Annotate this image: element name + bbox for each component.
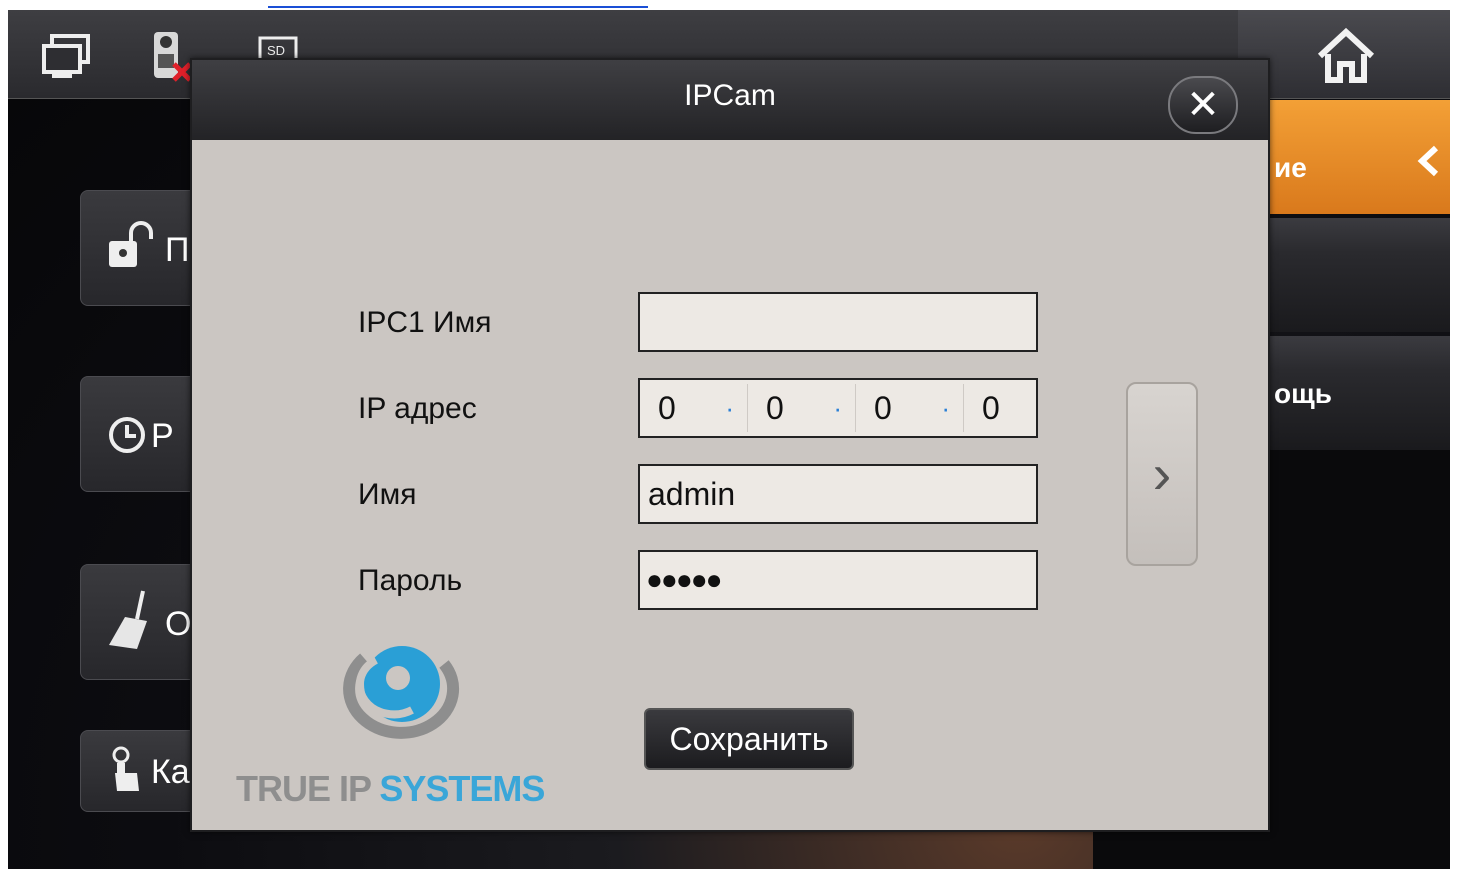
- ipc-name-input[interactable]: [638, 292, 1038, 352]
- dialog-title-bar: IPCam: [192, 60, 1268, 140]
- true-ip-logo-text: TRUE IP SYSTEMS: [236, 768, 545, 810]
- username-label: Имя: [358, 478, 417, 511]
- device-screen: SD П Р О Ка ие ощь IPCam ✕ IPC1 Имя IP а…: [8, 10, 1450, 869]
- tile-clean-label: О: [165, 605, 192, 643]
- chevron-right-icon: ›: [1152, 442, 1172, 505]
- monitor-icon[interactable]: [40, 34, 94, 82]
- ip-octet-1-value: 0: [658, 390, 676, 426]
- ip-separator: ·: [725, 393, 734, 423]
- ip-octet-4-value: 0: [982, 390, 1000, 426]
- logo-text-part1: TRUE IP: [236, 768, 371, 809]
- true-ip-logo-mark: [343, 646, 460, 739]
- ip-octet-2[interactable]: 0 ·: [748, 380, 856, 436]
- save-button[interactable]: Сохранить: [644, 708, 854, 770]
- close-icon: ✕: [1186, 83, 1220, 127]
- right-menu-label-1: ие: [1274, 152, 1307, 183]
- top-strip: [0, 0, 1458, 10]
- password-label: Пароль: [358, 564, 463, 597]
- dialog-title: IPCam: [684, 79, 776, 112]
- svg-text:SD: SD: [267, 43, 285, 58]
- chevron-left-icon: [1417, 145, 1439, 177]
- tile-card-label: Ка: [151, 753, 190, 791]
- username-value: admin: [648, 476, 736, 512]
- ip-separator: ·: [833, 393, 842, 423]
- ip-separator: ·: [941, 393, 950, 423]
- ip-address-label: IP адрес: [358, 392, 477, 425]
- password-value: ●●●●●: [646, 564, 723, 595]
- username-input[interactable]: admin: [638, 464, 1038, 524]
- home-icon[interactable]: [1314, 26, 1378, 86]
- right-menu-item-active[interactable]: ие: [1266, 100, 1450, 214]
- ip-octet-2-value: 0: [766, 390, 784, 426]
- ip-octet-3-value: 0: [874, 390, 892, 426]
- ip-address-input: 0 · 0 · 0 · 0: [638, 378, 1038, 438]
- right-menu-label-3: ощь: [1274, 378, 1332, 409]
- tile-schedule-label: Р: [151, 417, 174, 455]
- next-page-button[interactable]: ›: [1126, 382, 1198, 566]
- ipcam-dialog: IPCam ✕ IPC1 Имя IP адрес 0 · 0 · 0 · 0 …: [190, 58, 1270, 832]
- hand-key-icon: [112, 746, 139, 791]
- close-button[interactable]: ✕: [1168, 76, 1238, 134]
- right-menu-item-2[interactable]: [1266, 218, 1450, 332]
- ip-octet-3[interactable]: 0 ·: [856, 380, 964, 436]
- broom-icon: [109, 590, 147, 649]
- logo-text-part2: SYSTEMS: [379, 768, 545, 809]
- tile-unlock-label: П: [165, 231, 190, 269]
- ip-octet-1[interactable]: 0 ·: [640, 380, 748, 436]
- top-link[interactable]: [268, 0, 648, 8]
- ip-octet-4[interactable]: 0: [964, 380, 1036, 436]
- password-input[interactable]: ●●●●●: [638, 550, 1038, 610]
- unlock-icon: [109, 221, 153, 267]
- ipc-name-label: IPC1 Имя: [358, 306, 492, 339]
- right-menu-item-3[interactable]: ощь: [1266, 336, 1450, 450]
- clock-icon: [109, 417, 145, 453]
